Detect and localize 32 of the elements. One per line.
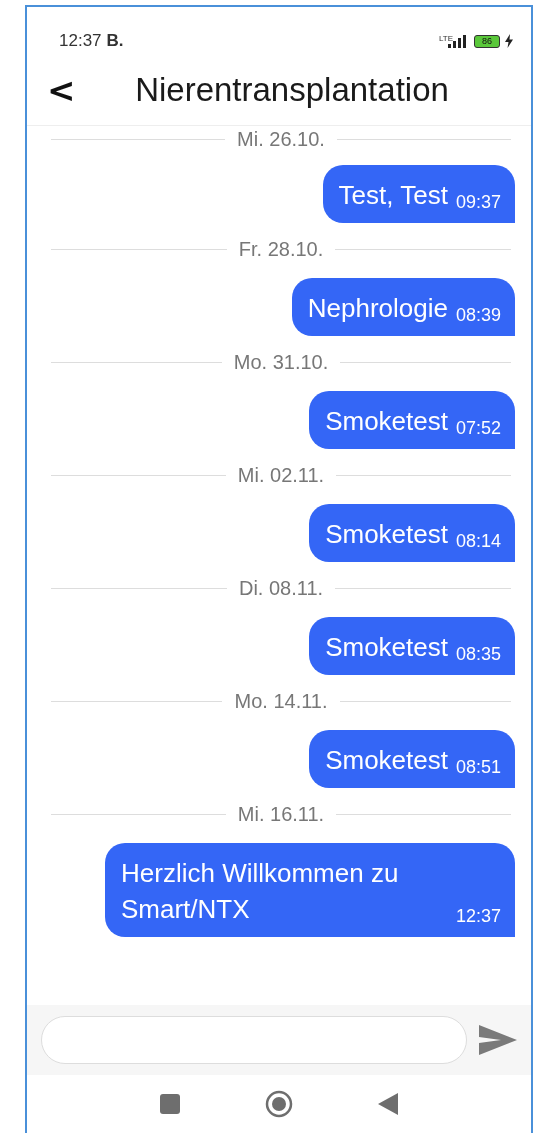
carrier-label: B.	[106, 31, 124, 51]
date-separator: Mo. 14.11.	[234, 690, 328, 713]
charging-icon	[505, 34, 513, 48]
date-separator: Mi. 26.10.	[237, 128, 325, 151]
date-separator: Mi. 02.11.	[237, 464, 325, 487]
message-time: 09:37	[455, 191, 501, 213]
battery-icon: 86	[474, 34, 500, 48]
message-text: Herzlich Willkommen zu Smart/NTX	[121, 857, 400, 926]
date-separator: Mi. 16.11.	[237, 803, 325, 826]
send-icon[interactable]	[479, 1025, 517, 1055]
chat-title: Nierentransplantation	[134, 71, 450, 109]
home-icon[interactable]	[265, 1090, 293, 1118]
back-button[interactable]: <	[39, 70, 83, 110]
message-text: Smoketest	[325, 405, 448, 438]
back-icon[interactable]	[378, 1093, 399, 1115]
message-input[interactable]	[41, 1016, 467, 1064]
message-text: Nephrologie	[307, 292, 448, 325]
date-separator: Mo. 31.10.	[233, 351, 329, 374]
message-time: 08:39	[455, 304, 501, 326]
date-separator: Di. 08.11.	[238, 577, 324, 600]
message-time: 08:35	[455, 643, 501, 665]
message-text: Test, Test	[338, 179, 448, 212]
message-time: 12:37	[455, 905, 501, 927]
status-time: 12:37	[59, 31, 102, 51]
message-time: 08:51	[455, 756, 501, 778]
message-time: 08:14	[455, 530, 501, 552]
date-separator: Fr. 28.10.	[238, 238, 324, 261]
message-text: Smoketest	[325, 631, 448, 664]
message-text: Smoketest	[325, 518, 448, 551]
recents-icon[interactable]	[159, 1094, 180, 1114]
message-text: Smoketest	[325, 744, 448, 777]
message-time: 07:52	[455, 417, 501, 439]
